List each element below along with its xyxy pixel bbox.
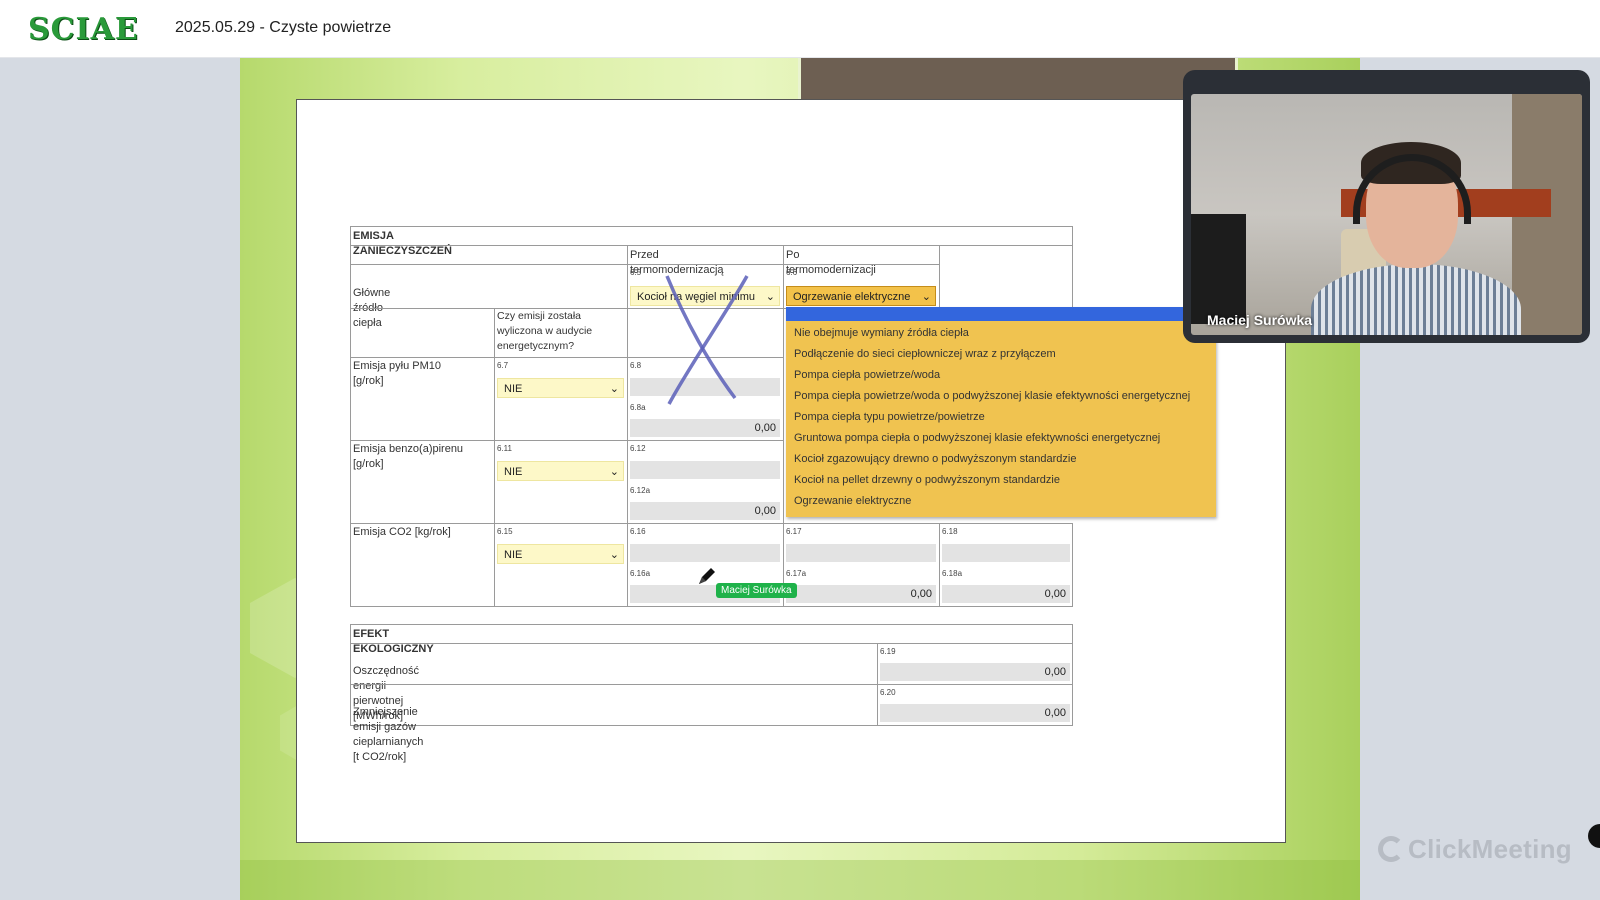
heat-source-after-select[interactable]: Ogrzewanie elektryczne ⌄	[786, 286, 936, 306]
select-value: NIE	[504, 383, 523, 395]
label-cell	[350, 684, 878, 726]
field-number: 6.18a	[942, 569, 963, 578]
field-number: 6.16	[630, 527, 646, 536]
bap-before-field[interactable]	[630, 461, 780, 479]
pm10-audit-select[interactable]: NIE ⌄	[497, 378, 624, 398]
co2-after-total[interactable]: 0,00	[786, 585, 936, 603]
select-cell	[494, 440, 628, 524]
pm10-label: Emisja pyłu PM10 [g/rok]	[353, 360, 442, 387]
dropdown-option[interactable]: Pompa ciepła powietrze/woda o podwyższon…	[794, 390, 1190, 402]
chevron-down-icon: ⌄	[609, 549, 619, 561]
dropdown-option[interactable]: Kocioł zgazowujący drewno o podwyższonym…	[794, 453, 1076, 465]
ghg-reduction-label: Zmniejszenie emisji gazów cieplarnianych…	[353, 706, 424, 763]
select-cell	[494, 357, 628, 441]
dropdown-option[interactable]: Gruntowa pompa ciepła o podwyższonej kla…	[794, 432, 1160, 444]
meeting-title: 2025.05.29 - Czyste powietrze	[175, 19, 392, 36]
field-number: 6.8	[630, 361, 642, 370]
chevron-down-icon: ⌄	[921, 291, 931, 303]
heat-source-dropdown[interactable]: Nie obejmuje wymiany źródła ciepła Podłą…	[786, 307, 1216, 517]
decorative-band	[240, 860, 1360, 900]
dropdown-highlighted-row[interactable]	[786, 307, 1216, 321]
participant-name: Maciej Surówka	[1207, 312, 1313, 328]
dropdown-option[interactable]: Kocioł na pellet drzewny o podwyższonym …	[794, 474, 1060, 486]
energy-savings-field[interactable]: 0,00	[880, 663, 1070, 681]
dropdown-option[interactable]: Pompa ciepła powietrze/woda	[794, 369, 940, 381]
field-number: 6.12a	[630, 486, 651, 495]
empty-cell	[350, 308, 495, 358]
section-header-cell	[350, 226, 1073, 246]
field-number: 6.6	[786, 268, 798, 277]
field-number: 6.7	[497, 361, 509, 370]
presenter-cursor-label: Maciej Surówka	[716, 583, 797, 598]
dropdown-option[interactable]: Ogrzewanie elektryczne	[794, 495, 911, 507]
empty-cell	[939, 245, 1073, 309]
field-number: 6.17a	[786, 569, 807, 578]
bap-before-total[interactable]: 0,00	[630, 502, 780, 520]
clickmeeting-logo-icon	[1378, 836, 1404, 862]
co2-reduction-total[interactable]: 0,00	[942, 585, 1070, 603]
dropdown-option[interactable]: Podłączenie do sieci ciepłowniczej wraz …	[794, 348, 1056, 360]
field-number: 6.15	[497, 527, 513, 536]
side-panel-toggle-button[interactable]	[1588, 824, 1600, 848]
ghg-reduction-field[interactable]: 0,00	[880, 704, 1070, 722]
section-header-cell	[350, 624, 1073, 644]
select-cell	[494, 523, 628, 607]
field-number: 6.17	[786, 527, 802, 536]
video-background	[1191, 214, 1246, 324]
field-number: 6.20	[880, 688, 896, 697]
label-cell	[350, 264, 628, 309]
label-cell	[350, 643, 878, 685]
field-number: 6.12	[630, 444, 646, 453]
co2-before-field[interactable]	[630, 544, 780, 562]
empty-cell	[350, 245, 628, 265]
clickmeeting-watermark: ClickMeeting	[1378, 834, 1572, 865]
co2-label: Emisja CO2 [kg/rok]	[353, 526, 451, 538]
dropdown-option[interactable]: Nie obejmuje wymiany źródła ciepła	[794, 327, 969, 339]
top-bar: SCIAE 2025.05.29 - Czyste powietrze	[0, 0, 1600, 58]
emission-form: EMISJA ZANIECZYSZCZEŃ Przed termomoderni…	[0, 0, 1073, 763]
annotation-cross	[665, 275, 749, 405]
watermark-text: ClickMeeting	[1408, 834, 1572, 864]
chevron-down-icon: ⌄	[609, 383, 619, 395]
bap-label: Emisja benzo(a)pirenu [g/rok]	[353, 443, 464, 470]
webcam-panel[interactable]: Maciej Surówka	[1183, 70, 1590, 343]
field-number: 6.18	[942, 527, 958, 536]
co2-reduction-field[interactable]	[942, 544, 1070, 562]
co2-after-field[interactable]	[786, 544, 936, 562]
field-number: 6.11	[497, 444, 512, 453]
field-number: 6.5	[630, 268, 642, 277]
webcam-video: Maciej Surówka	[1191, 94, 1582, 335]
pm10-before-total[interactable]: 0,00	[630, 419, 780, 437]
select-value: NIE	[504, 466, 523, 478]
sciae-logo: SCIAE	[28, 12, 139, 47]
pen-icon	[699, 568, 715, 584]
co2-audit-select[interactable]: NIE ⌄	[497, 544, 624, 564]
select-value: NIE	[504, 549, 523, 561]
audit-question: Czy emisji została wyliczona w audycie e…	[497, 310, 593, 352]
chevron-down-icon: ⌄	[609, 466, 619, 478]
field-number: 6.8a	[630, 403, 646, 412]
chevron-down-icon: ⌄	[765, 291, 775, 303]
dropdown-option[interactable]: Pompa ciepła typu powietrze/powietrze	[794, 411, 985, 423]
field-number: 6.19	[880, 647, 896, 656]
field-number: 6.16a	[630, 569, 651, 578]
select-value: Ogrzewanie elektryczne	[793, 291, 911, 303]
bap-audit-select[interactable]: NIE ⌄	[497, 461, 624, 481]
